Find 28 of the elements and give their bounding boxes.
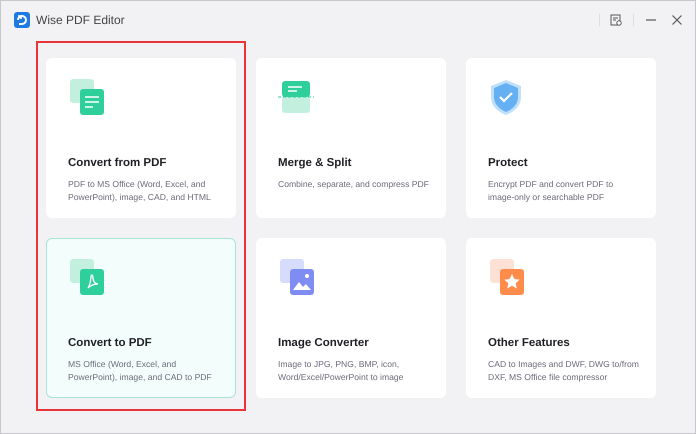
feature-card[interactable]: Convert from PDF PDF to MS Office (Word, Excel, and PowerPoint), image, CAD, and HTML (46, 58, 236, 218)
close-icon[interactable] (671, 14, 683, 26)
shield-check-icon (488, 79, 524, 115)
feature-card[interactable]: Other Features CAD to Images and DWF, DWG to/from DXF, MS Office file compressor (466, 238, 656, 398)
card-description: MS Office (Word, Excel, and PowerPoint), image, and CAD to PDF (68, 358, 213, 384)
image-icon (278, 259, 314, 295)
card-description: Encrypt PDF and convert PDF to image-only or searchable PDF (488, 178, 614, 204)
split-document-icon (278, 79, 314, 115)
card-title: Other Features (488, 336, 571, 351)
pdf-document-icon (68, 259, 104, 295)
card-title: Convert from PDF (68, 156, 168, 171)
window-title: Wise PDF Editor (36, 12, 125, 29)
card-title: Merge & Split (278, 156, 352, 171)
card-description: PDF to MS Office (Word, Excel, and PowerPoint), image, CAD, and HTML (68, 178, 212, 204)
document-icon (68, 79, 104, 115)
feature-card[interactable]: Protect Encrypt PDF and convert PDF to image-only or searchable PDF (466, 58, 656, 218)
card-title: Protect (488, 156, 529, 171)
app-logo-icon (14, 12, 30, 28)
feedback-icon[interactable] (610, 14, 622, 26)
feature-card[interactable]: Merge & Split Combine, separate, and compress PDF (256, 58, 446, 218)
card-title: Convert to PDF (68, 336, 153, 351)
card-title: Image Converter (278, 336, 370, 351)
star-icon (488, 259, 524, 295)
card-description: Image to JPG, PNG, BMP, icon, Word/Excel/PowerPoint to image (278, 358, 404, 384)
card-description: CAD to Images and DWF, DWG to/from DXF, MS Office file compressor (488, 358, 639, 384)
feature-card[interactable]: Convert to PDF MS Office (Word, Excel, and PowerPoint), image, and CAD to PDF (46, 238, 236, 398)
card-description: Combine, separate, and compress PDF (278, 178, 429, 192)
feature-card[interactable]: Image Converter Image to JPG, PNG, BMP, icon, Word/Excel/PowerPoint to image (256, 238, 446, 398)
